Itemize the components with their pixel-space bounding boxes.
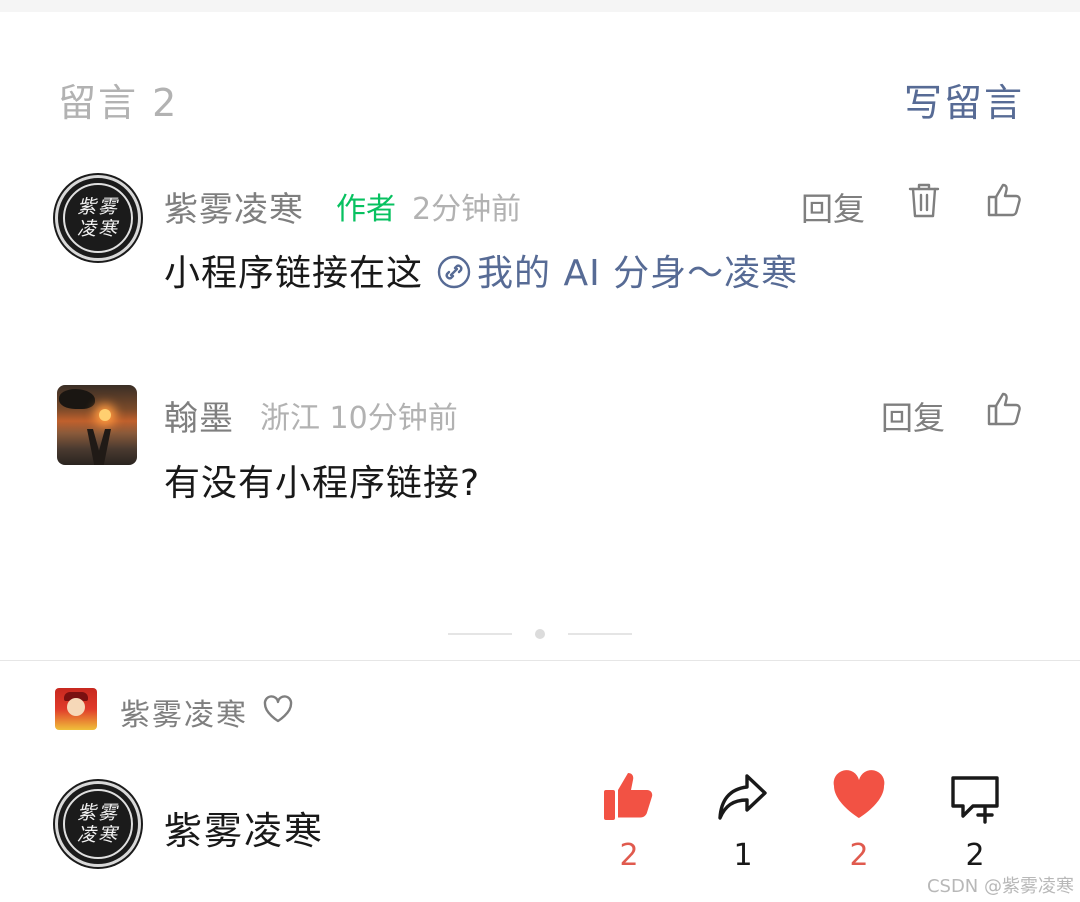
heart-filled-icon xyxy=(833,770,885,818)
favorite-count: 2 xyxy=(849,838,869,873)
top-bar xyxy=(0,0,1080,12)
share-action[interactable]: 1 xyxy=(708,768,778,873)
author-small-name[interactable]: 紫雾凌寒 xyxy=(120,690,248,734)
comments-count-title: 留言 2 xyxy=(58,81,179,125)
author-badge: 作者 xyxy=(336,192,396,227)
heart-outline-icon[interactable] xyxy=(262,694,294,724)
avatar[interactable]: 紫雾 凌寒 xyxy=(55,175,141,261)
mini-program-link[interactable]: 我的 AI 分身～凌寒 xyxy=(477,253,798,294)
reply-button[interactable]: 回复 xyxy=(881,393,945,439)
comment-time: 2分钟前 xyxy=(412,192,522,227)
divider xyxy=(0,660,1080,661)
comment-text: 小程序链接在这 我的 AI 分身～凌寒 xyxy=(164,244,798,296)
comment-body: 小程序链接在这 xyxy=(164,253,424,294)
watermark: CSDN @紫雾凌寒 xyxy=(926,876,1074,897)
comment-add-icon xyxy=(951,776,999,824)
author-name[interactable]: 紫雾凌寒 xyxy=(164,800,324,855)
avatar[interactable] xyxy=(57,385,137,465)
avatar-glyph-line: 紫雾 xyxy=(76,802,119,824)
delete-trash-icon[interactable] xyxy=(904,180,944,220)
comment-pager[interactable] xyxy=(448,628,632,640)
comment-text: 有没有小程序链接? xyxy=(164,463,481,504)
share-icon xyxy=(718,774,767,820)
avatar-glyph-line: 紫雾 xyxy=(76,196,119,218)
author-small-avatar[interactable] xyxy=(55,688,97,730)
share-count: 1 xyxy=(733,838,753,873)
author-avatar[interactable]: 紫雾 凌寒 xyxy=(55,781,141,867)
thumbs-up-filled-icon xyxy=(604,773,653,820)
like-action[interactable]: 2 xyxy=(594,768,664,873)
like-thumb-icon[interactable] xyxy=(985,180,1025,220)
like-thumb-icon[interactable] xyxy=(985,389,1025,429)
write-comment-button[interactable]: 写留言 xyxy=(904,72,1024,127)
link-icon xyxy=(437,255,471,289)
reply-button[interactable]: 回复 xyxy=(801,184,865,230)
avatar-glyph-line: 凌寒 xyxy=(76,218,119,240)
comment-action[interactable]: 2 xyxy=(940,768,1010,873)
pager-dot[interactable] xyxy=(535,629,545,639)
comment-count: 2 xyxy=(965,838,985,873)
like-count: 2 xyxy=(619,838,639,873)
favorite-action[interactable]: 2 xyxy=(824,768,894,873)
avatar-glyph-line: 凌寒 xyxy=(76,824,119,846)
comment-location-time: 浙江 10分钟前 xyxy=(260,401,458,436)
comment-author-name[interactable]: 紫雾凌寒 xyxy=(164,182,304,231)
comment-author-name[interactable]: 翰墨 xyxy=(164,391,234,440)
